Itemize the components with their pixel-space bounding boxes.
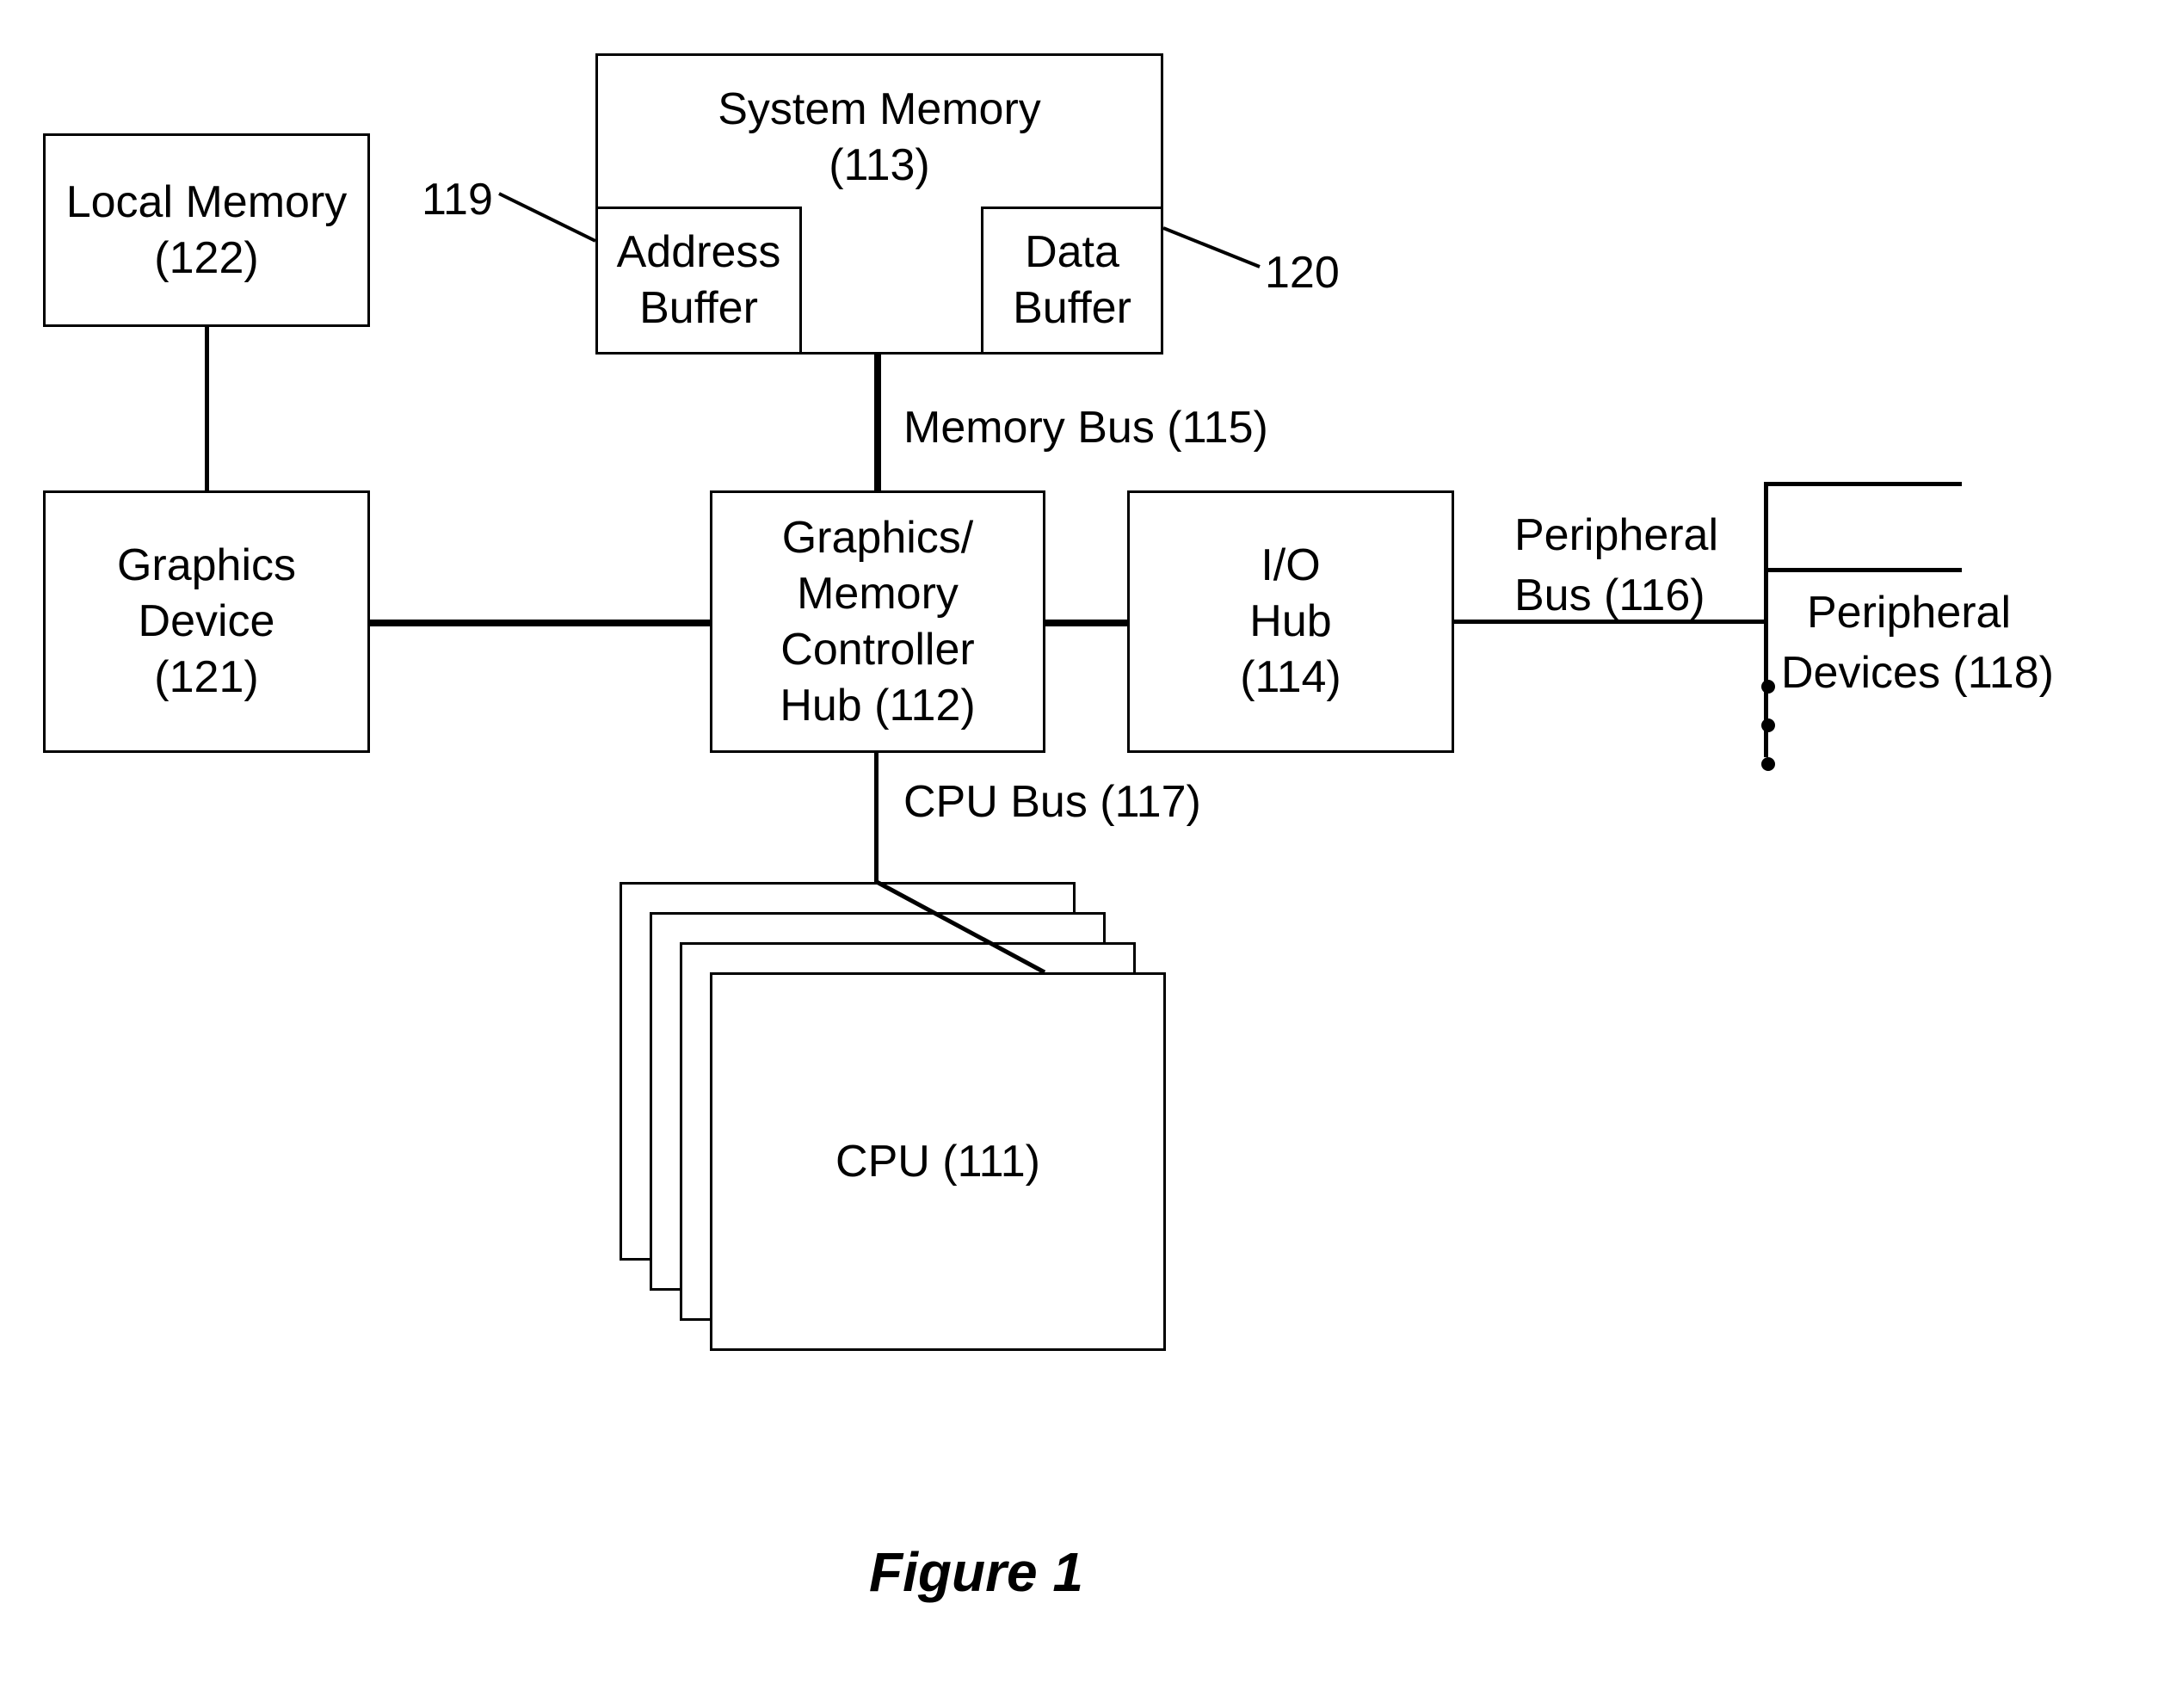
conn-graphicsdev-gmch [370,620,710,626]
io-hub-l1: I/O [1261,538,1320,594]
conn-cpu-bus [874,753,879,882]
block-local-memory: Local Memory (122) [43,133,370,327]
cpu-label: CPU (111) [835,1134,1040,1190]
graphics-device-l1: Graphics [117,538,296,594]
label-cpu-bus: CPU Bus (117) [903,774,1201,830]
conn-gmch-iohub [1045,620,1127,626]
block-cpu: CPU (111) [710,972,1166,1351]
peripheral-line-3 [1764,568,1962,572]
gmch-l2: Memory [797,566,959,622]
gmch-l3: Controller [780,622,974,678]
io-hub-l2: Hub [1249,594,1331,650]
diagram-canvas: System Memory (113) Address Buffer Data … [0,0,2164,1708]
block-data-buffer: Data Buffer [981,207,1163,355]
conn-localmem-graphicsdev [205,327,209,490]
ref-120-label: 120 [1265,245,1340,301]
conn-iohub-to-split [1454,620,1506,624]
address-buffer-l1: Address [617,225,781,281]
ref-119-label: 119 [422,172,493,228]
local-memory-l1: Local Memory [66,175,348,231]
block-graphics-device: Graphics Device (121) [43,490,370,753]
cpu-bus-diagonal [877,882,1049,977]
address-buffer-l2: Buffer [639,281,758,336]
gmch-l1: Graphics/ [782,510,974,566]
system-memory-title: System Memory [718,82,1041,138]
system-memory-ref: (113) [829,138,930,194]
local-memory-l2: (122) [154,231,258,287]
ellipsis-dot-2 [1761,718,1775,732]
ellipsis-dot-3 [1761,757,1775,771]
label-memory-bus: Memory Bus (115) [903,400,1268,456]
block-address-buffer: Address Buffer [595,207,802,355]
label-peripheral-devices-l2: Devices (118) [1781,645,2054,701]
label-peripheral-bus-l1: Peripheral [1514,508,1718,564]
figure-caption: Figure 1 [869,1540,1083,1604]
block-io-hub: I/O Hub (114) [1127,490,1454,753]
io-hub-l3: (114) [1240,650,1341,706]
gmch-l4: Hub (112) [780,678,975,734]
graphics-device-l3: (121) [154,650,258,706]
data-buffer-l2: Buffer [1013,281,1131,336]
label-peripheral-bus-l2: Bus (116) [1514,568,1705,624]
graphics-device-l2: Device [139,594,275,650]
conn-memory-bus [874,355,881,490]
data-buffer-l1: Data [1025,225,1119,281]
leader-120 [1163,228,1262,275]
peripheral-line-1 [1764,482,1962,486]
leader-119 [499,194,598,245]
block-gmch: Graphics/ Memory Controller Hub (112) [710,490,1045,753]
peripheral-line-2 [1506,620,1768,624]
label-peripheral-devices-l1: Peripheral [1807,585,2011,641]
ellipsis-dot-1 [1761,680,1775,694]
